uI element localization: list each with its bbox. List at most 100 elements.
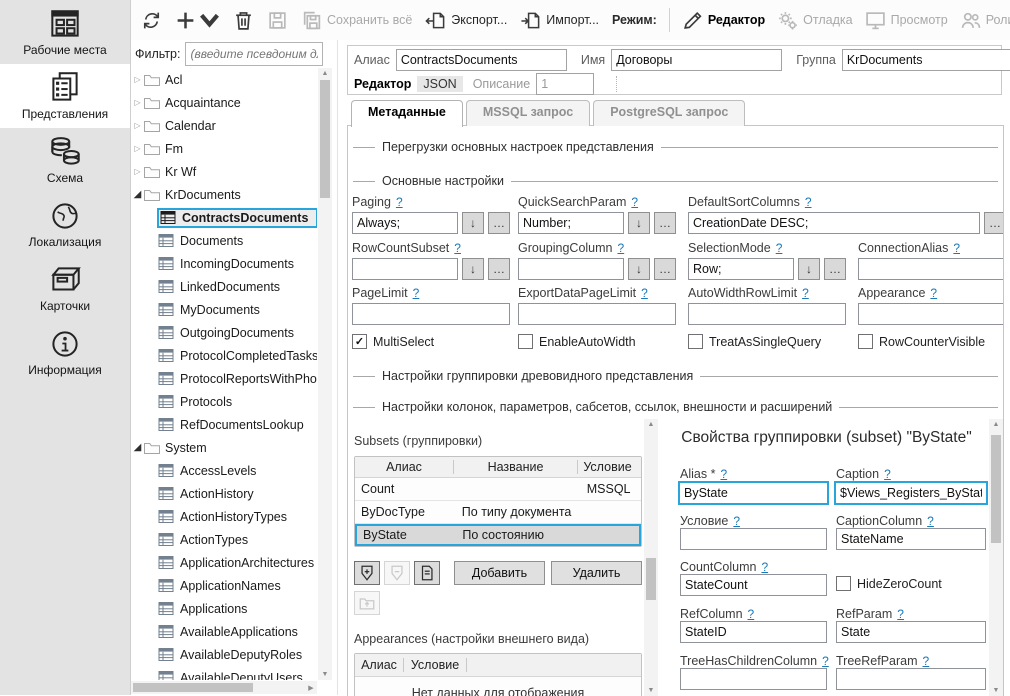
- grouping-dropdown-button[interactable]: ↓: [628, 258, 650, 280]
- quick-search-param-input[interactable]: [518, 212, 624, 234]
- help-link[interactable]: ?: [927, 514, 934, 528]
- help-link[interactable]: ?: [930, 286, 937, 300]
- tree-view-item[interactable]: AvailableDeputyRoles: [131, 643, 317, 666]
- move-to-folder-button[interactable]: [354, 591, 380, 615]
- tree-view-item[interactable]: AvailableApplications: [131, 620, 317, 643]
- help-link[interactable]: ?: [413, 286, 420, 300]
- enable-auto-width-checkbox[interactable]: [518, 334, 533, 349]
- json-mode-link[interactable]: JSON: [417, 76, 462, 92]
- count-column-input[interactable]: [680, 574, 827, 596]
- help-link[interactable]: ?: [776, 241, 783, 255]
- help-link[interactable]: ?: [897, 607, 904, 621]
- subset-row-bystate[interactable]: ByState По состоянию: [355, 524, 641, 546]
- column-header-name[interactable]: Название: [454, 460, 578, 474]
- tree-view-item[interactable]: AvailableDeputyUsers: [131, 666, 317, 680]
- subsets-vertical-scrollbar[interactable]: ▲ ▼: [644, 419, 658, 696]
- tree-has-children-input[interactable]: [680, 668, 827, 690]
- save-all-button[interactable]: Сохранить всё: [301, 10, 412, 31]
- ref-param-input[interactable]: [836, 621, 986, 643]
- help-link[interactable]: ?: [618, 241, 625, 255]
- import-button[interactable]: Импорт...: [520, 10, 599, 31]
- row-count-subset-input[interactable]: [352, 258, 458, 280]
- mode-debug-button[interactable]: Отладка: [777, 10, 852, 31]
- tree-view-item[interactable]: LinkedDocuments: [131, 275, 317, 298]
- row-count-dropdown-button[interactable]: ↓: [462, 258, 484, 280]
- selection-mode-dropdown-button[interactable]: ↓: [798, 258, 820, 280]
- help-link[interactable]: ?: [884, 467, 891, 481]
- help-link[interactable]: ?: [802, 286, 809, 300]
- scrollbar-thumb[interactable]: [320, 80, 330, 198]
- scroll-up-icon[interactable]: ▲: [318, 70, 332, 77]
- tab-postgresql-query[interactable]: PostgreSQL запрос: [593, 100, 745, 126]
- grouping-column-input[interactable]: [518, 258, 624, 280]
- tree-folder[interactable]: ▷Kr Wf: [131, 160, 317, 183]
- sidebar-item-schema[interactable]: Схема: [0, 128, 130, 192]
- add-subset-button[interactable]: [354, 561, 380, 585]
- paging-ellipsis-button[interactable]: …: [488, 212, 510, 234]
- save-button[interactable]: [267, 10, 288, 31]
- scrollbar-thumb[interactable]: [646, 558, 656, 600]
- scrollbar-thumb[interactable]: [991, 435, 1001, 543]
- column-header-alias[interactable]: Алиас: [355, 460, 454, 474]
- sidebar-item-information[interactable]: Информация: [0, 320, 130, 384]
- help-link[interactable]: ?: [923, 654, 930, 668]
- subset-caption-input[interactable]: [834, 481, 988, 505]
- expander-icon[interactable]: ▷: [131, 121, 144, 130]
- paging-dropdown-button[interactable]: ↓: [462, 212, 484, 234]
- caption-column-input[interactable]: [836, 528, 986, 550]
- default-sort-ellipsis-button[interactable]: …: [984, 212, 1004, 234]
- add-button-subsets[interactable]: Добавить: [454, 561, 545, 585]
- ref-column-input[interactable]: [680, 621, 827, 643]
- mode-editor-button[interactable]: Редактор: [682, 10, 765, 31]
- grouping-ellipsis-button[interactable]: …: [654, 258, 676, 280]
- tree-folder-expanded[interactable]: ◢System: [131, 436, 317, 459]
- help-link[interactable]: ?: [396, 195, 403, 209]
- help-link[interactable]: ?: [822, 654, 829, 668]
- tree-view-item[interactable]: ProtocolReportsWithPhot: [131, 367, 317, 390]
- tree-folder-expanded[interactable]: ◢KrDocuments: [131, 183, 317, 206]
- subset-alias-input[interactable]: [678, 481, 829, 505]
- help-link[interactable]: ?: [641, 286, 648, 300]
- tab-metadata[interactable]: Метаданные: [351, 100, 463, 127]
- tree-folder[interactable]: ▷Fm: [131, 137, 317, 160]
- tree-folder[interactable]: ▷Calendar: [131, 114, 317, 137]
- multiselect-checkbox[interactable]: ✓: [352, 334, 367, 349]
- tree-view-item-selected[interactable]: ContractsDocuments: [131, 206, 317, 229]
- editor-mode-link[interactable]: Редактор: [354, 77, 411, 91]
- delete-button[interactable]: [233, 10, 254, 31]
- remove-subset-icon-button[interactable]: [384, 561, 410, 585]
- tree-ref-param-input[interactable]: [836, 668, 986, 690]
- row-counter-visible-checkbox[interactable]: [858, 334, 873, 349]
- connection-alias-input[interactable]: [858, 258, 1004, 280]
- scroll-right-icon[interactable]: ▶: [305, 684, 317, 692]
- add-button[interactable]: [175, 10, 220, 31]
- column-header-condition[interactable]: Условие: [404, 658, 467, 672]
- description-input[interactable]: [536, 73, 594, 95]
- export-data-page-limit-input[interactable]: [518, 303, 676, 325]
- tree-view-item[interactable]: ApplicationArchitectures: [131, 551, 317, 574]
- selection-mode-input[interactable]: [688, 258, 794, 280]
- subset-row-count[interactable]: Count MSSQL: [355, 478, 641, 501]
- default-sort-columns-input[interactable]: [688, 212, 980, 234]
- expander-icon[interactable]: ◢: [131, 189, 144, 200]
- tree-view-item[interactable]: Applications: [131, 597, 317, 620]
- tree-folder[interactable]: ▷Acl: [131, 68, 317, 91]
- tab-mssql-query[interactable]: MSSQL запрос: [466, 100, 590, 126]
- selection-mode-ellipsis-button[interactable]: …: [824, 258, 846, 280]
- tree-view-item[interactable]: Documents: [131, 229, 317, 252]
- sidebar-item-views[interactable]: Представления: [0, 64, 130, 128]
- column-header-alias[interactable]: Алиас: [355, 658, 404, 672]
- sidebar-item-workspaces[interactable]: Рабочие места: [0, 0, 130, 64]
- refresh-button[interactable]: [141, 10, 162, 31]
- help-link[interactable]: ?: [761, 560, 768, 574]
- quick-search-dropdown-button[interactable]: ↓: [628, 212, 650, 234]
- delete-button-subsets[interactable]: Удалить: [551, 561, 642, 585]
- help-link[interactable]: ?: [733, 514, 740, 528]
- appearance-input[interactable]: [858, 303, 1004, 325]
- expander-icon[interactable]: ▷: [131, 144, 144, 153]
- tree-vertical-scrollbar[interactable]: ▲ ▼: [318, 68, 332, 680]
- hide-zero-count-checkbox[interactable]: [836, 576, 851, 591]
- paging-input[interactable]: [352, 212, 458, 234]
- expander-icon[interactable]: ◢: [131, 442, 144, 453]
- help-link[interactable]: ?: [720, 467, 727, 481]
